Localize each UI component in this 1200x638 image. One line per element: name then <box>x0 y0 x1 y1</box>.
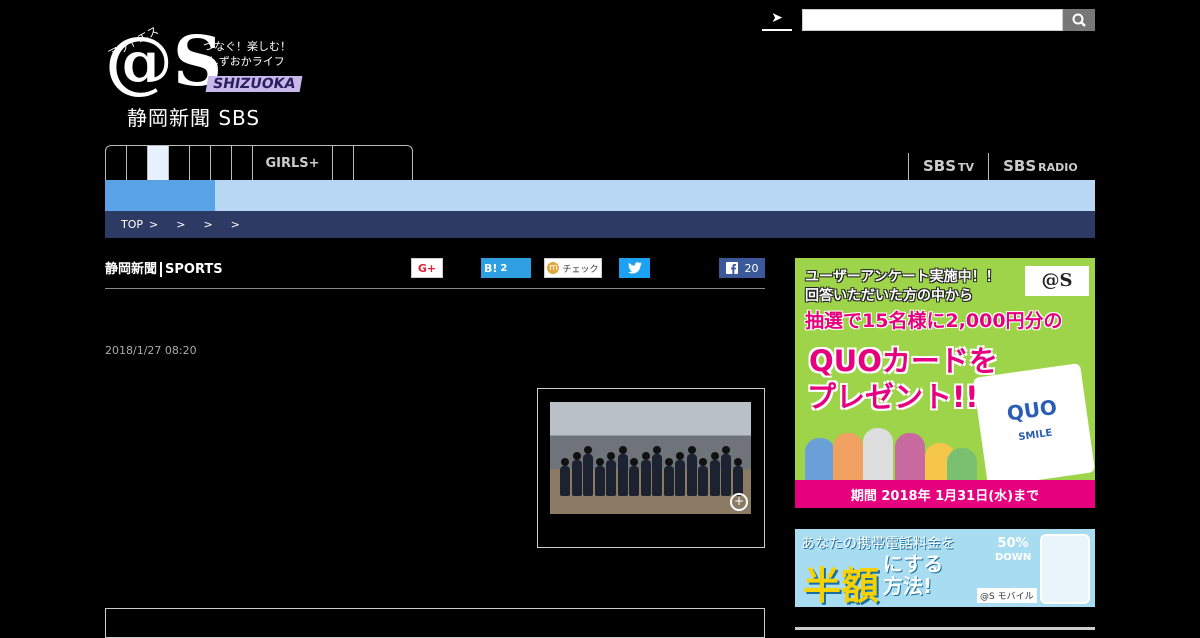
sbs-radio-sub: RADIO <box>1038 161 1078 174</box>
hatena-count: 2 <box>500 262 508 274</box>
photo-figure <box>663 458 674 496</box>
photo-figure <box>606 452 616 496</box>
breadcrumb-top[interactable]: TOP <box>121 218 143 231</box>
sbs-tv-link[interactable]: SBS TV <box>908 153 988 180</box>
hatena-icon: B! <box>484 261 498 275</box>
main-nav: GIRLS+ <box>105 145 413 180</box>
source-name: 静岡新聞 <box>105 262 158 277</box>
ad1-footer: 期間 2018年 1月31日(水)まで <box>795 480 1095 508</box>
photo-figure <box>686 446 697 496</box>
search-button[interactable] <box>1063 9 1095 31</box>
article-photo[interactable] <box>550 402 751 514</box>
facebook-count: 20 <box>744 261 759 275</box>
twitter-bird-icon <box>627 262 642 274</box>
ad2-pct: 50% <box>997 536 1029 551</box>
ad2-line2a: にする <box>883 552 944 576</box>
family-illustration <box>805 418 977 483</box>
logo-brand: 静岡新聞 SBS <box>127 106 261 130</box>
mobile-ad-banner[interactable]: あなたの携帯電話料金を 半額 にする 方法! 50% DOWN @S モバイル <box>795 529 1095 607</box>
ad1-line5: プレゼント!! <box>807 380 979 414</box>
photo-figure <box>675 452 685 496</box>
arrow-right-icon: ➤ <box>771 10 783 26</box>
facebook-share-button[interactable]: 20 <box>719 258 765 278</box>
sbs-tv-label: SBS <box>923 157 957 175</box>
google-plus-icon: G+ <box>417 261 437 275</box>
mixi-check-button[interactable]: m チェック <box>544 258 602 278</box>
nav-tab[interactable] <box>106 146 127 180</box>
quo-card-brand: QUO <box>1005 394 1059 426</box>
photo-figure <box>560 458 570 496</box>
photo-figure <box>698 458 708 496</box>
mixi-icon: m <box>547 262 560 274</box>
mixi-label: チェック <box>562 264 599 275</box>
ad2-line2b: 方法! <box>883 574 933 598</box>
nav-tab[interactable] <box>333 146 354 180</box>
photo-figure <box>640 452 651 496</box>
logo-tagline-1: つなぐ！楽しむ！ <box>203 40 291 53</box>
sbs-radio-link[interactable]: SBS RADIO <box>988 153 1092 180</box>
hatena-bookmark-button[interactable]: B! 2 <box>481 258 531 278</box>
search-input[interactable] <box>802 9 1063 31</box>
breadcrumb-separator: > <box>176 218 186 231</box>
quo-card-image: QUO SMILE <box>972 363 1095 487</box>
photo-figure <box>732 458 743 496</box>
photo-figure <box>652 446 662 496</box>
photo-figure <box>594 458 605 496</box>
photo-figure <box>583 446 593 496</box>
zoom-in-icon[interactable]: + <box>730 493 748 511</box>
article-date: 2018/1/27 08:20 <box>105 344 197 357</box>
photo-figure <box>721 446 731 496</box>
site-logo[interactable]: アットエス @S つなぐ！楽しむ！ しずおかライフ SHIZUOKA 静岡新聞 … <box>105 12 303 130</box>
nav-tab[interactable] <box>354 146 375 180</box>
logo-region: SHIZUOKA <box>205 76 303 92</box>
photo-figure <box>617 446 628 496</box>
photo-figure <box>709 452 720 496</box>
nav-tab[interactable] <box>169 146 190 180</box>
twitter-share-button[interactable] <box>619 258 650 278</box>
photo-figure <box>571 452 582 496</box>
breadcrumb-separator: > <box>149 218 159 231</box>
ad2-line2: にする 方法! <box>883 553 943 597</box>
ad1-line1: ユーザーアンケート実施中！！ <box>805 269 1000 285</box>
ad1-badge: @S <box>1025 266 1089 296</box>
nav-tab[interactable] <box>148 146 169 180</box>
breadcrumb: TOP > > > > <box>105 211 1095 238</box>
external-links: SBS TV SBS RADIO <box>908 153 1092 180</box>
ad2-line1: あなたの携帯電話料金を <box>801 536 955 552</box>
search-go-button[interactable]: ➤ <box>762 9 792 31</box>
nav-tab[interactable] <box>190 146 211 180</box>
source-section: SPORTS <box>160 262 223 277</box>
photo-figure <box>629 458 639 496</box>
facebook-icon <box>725 262 738 274</box>
ad2-percent: 50% DOWN <box>995 537 1031 565</box>
sub-nav-selected[interactable] <box>105 180 215 211</box>
ad2-mobile-label: @S モバイル <box>977 588 1037 603</box>
logo-tagline-2: しずおかライフ <box>208 55 285 68</box>
ad2-pct-sub: DOWN <box>995 552 1032 563</box>
survey-ad-banner[interactable]: ユーザーアンケート実施中！！ 回答いただいた方の中から @S 抽選で15名様に2… <box>795 258 1095 508</box>
phone-illustration <box>1040 534 1090 604</box>
ad1-line2: 回答いただいた方の中から <box>805 288 973 304</box>
divider <box>105 288 765 289</box>
sub-nav-bar <box>105 180 1095 211</box>
sbs-radio-label: SBS <box>1003 157 1037 175</box>
source-logo: 静岡新聞 SPORTS <box>105 258 223 277</box>
google-plus-share-button[interactable]: G+ <box>411 258 443 278</box>
search-icon <box>1072 13 1086 27</box>
breadcrumb-separator: > <box>203 218 213 231</box>
ad1-line3: 抽選で15名様に2,000円分の <box>805 310 1063 332</box>
nav-tab[interactable] <box>127 146 148 180</box>
ad2-big: 半額 <box>803 564 880 607</box>
nav-tab[interactable]: GIRLS+ <box>253 146 333 180</box>
breadcrumb-separator: > <box>230 218 240 231</box>
sbs-tv-sub: TV <box>958 161 975 174</box>
nav-tab[interactable] <box>232 146 253 180</box>
nav-tab[interactable] <box>211 146 232 180</box>
content-box <box>105 608 765 638</box>
